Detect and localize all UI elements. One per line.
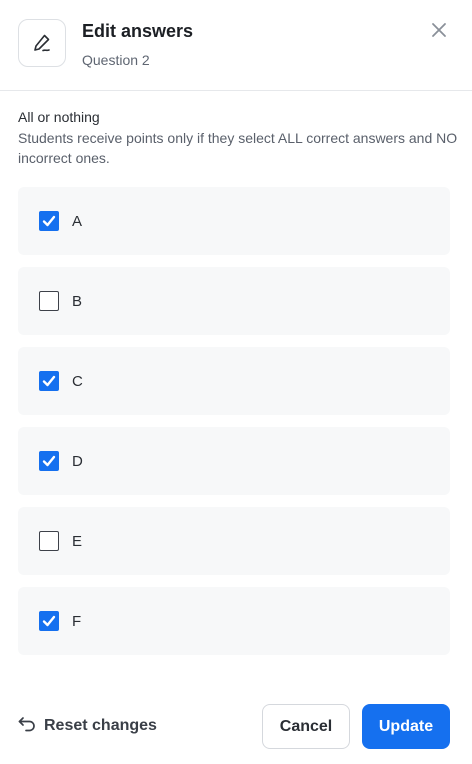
answer-checkbox[interactable] — [39, 291, 59, 311]
dialog-header: Edit answers Question 2 — [0, 0, 472, 91]
pen-icon — [18, 19, 66, 67]
grading-rule-description: Students receive points only if they sel… — [18, 130, 458, 166]
grading-rule-title: All or nothing — [18, 109, 100, 125]
answer-label: A — [72, 212, 83, 230]
answer-option[interactable]: D — [18, 427, 450, 495]
answer-label: D — [72, 452, 83, 470]
update-button[interactable]: Update — [362, 704, 450, 749]
answer-option[interactable]: E — [18, 507, 450, 575]
answer-label: C — [72, 372, 83, 390]
dialog-subtitle: Question 2 — [82, 52, 150, 68]
answer-option[interactable]: F — [18, 587, 450, 655]
close-icon[interactable] — [428, 19, 450, 41]
answer-checkbox[interactable] — [39, 611, 59, 631]
answer-checkbox[interactable] — [39, 371, 59, 391]
answer-label: E — [72, 532, 83, 550]
dialog-title: Edit answers — [82, 21, 194, 41]
answer-checkbox[interactable] — [39, 531, 59, 551]
undo-arrow-icon — [18, 716, 36, 737]
answer-checkbox[interactable] — [39, 211, 59, 231]
answer-options: A B C D E F — [18, 187, 450, 667]
answer-label: F — [72, 612, 82, 630]
edit-answers-dialog: Edit answers Question 2 All or nothing S… — [0, 0, 472, 764]
reset-changes-button[interactable]: Reset changes — [18, 714, 157, 738]
grading-rule: All or nothing Students receive points o… — [18, 108, 458, 168]
dialog-footer: Reset changes Cancel Update — [0, 704, 472, 750]
answer-option[interactable]: A — [18, 187, 450, 255]
answer-checkbox[interactable] — [39, 451, 59, 471]
reset-changes-label: Reset changes — [44, 717, 157, 734]
cancel-button[interactable]: Cancel — [262, 704, 350, 749]
answer-label: B — [72, 292, 83, 310]
answer-option[interactable]: C — [18, 347, 450, 415]
answer-option[interactable]: B — [18, 267, 450, 335]
